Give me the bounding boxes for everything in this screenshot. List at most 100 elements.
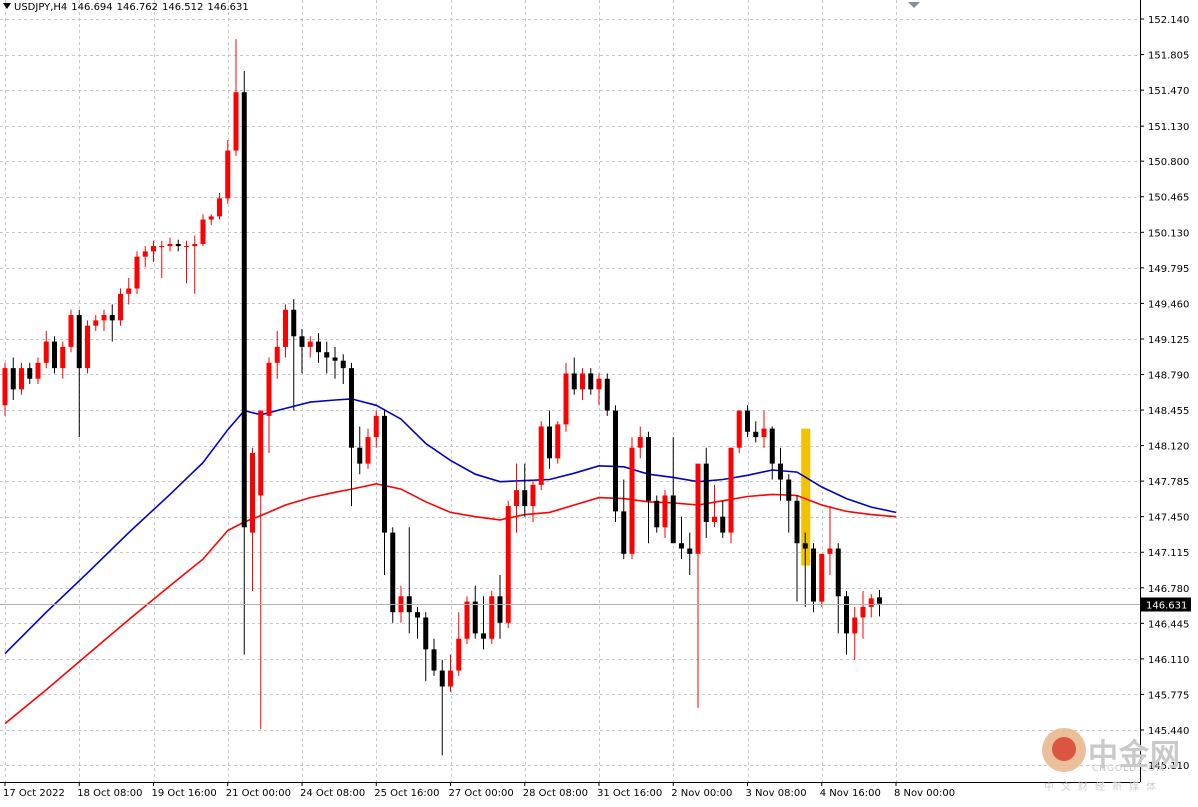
- candle-body: [349, 368, 354, 448]
- candle-body: [621, 511, 627, 554]
- price-chart[interactable]: 152.140 151.805 151.470 151.130 150.800 150.4…: [0, 0, 1198, 803]
- price-tick-label: 147.785: [1148, 477, 1189, 488]
- moving-average-slow-line: [4, 398, 897, 655]
- candle-body: [761, 428, 767, 438]
- candle-body: [43, 341, 49, 363]
- price-tick-label: 147.450: [1148, 513, 1189, 524]
- candle-body: [118, 293, 123, 321]
- watermark-domain: CNGOLD.COM: [1092, 764, 1166, 774]
- open-value: 146.694: [71, 2, 113, 13]
- time-tick-label: 2 Nov 00:00: [671, 788, 732, 799]
- close-value: 146.631: [207, 2, 249, 13]
- price-tick-label: 148.455: [1148, 406, 1189, 417]
- candle-body: [679, 543, 684, 549]
- candle-body: [769, 428, 775, 464]
- candle-body: [208, 216, 214, 220]
- candle-body: [423, 617, 429, 650]
- candle-body: [646, 437, 651, 501]
- candle-body: [505, 506, 511, 623]
- candle-body: [291, 309, 297, 337]
- cngold-logo-icon: [1042, 728, 1086, 772]
- price-tick-label: 149.795: [1148, 264, 1189, 275]
- candle-body: [225, 150, 231, 199]
- candle-body: [299, 336, 305, 347]
- candle-body: [497, 596, 503, 623]
- candle-body: [868, 598, 874, 607]
- time-tick-label: 3 Nov 08:00: [746, 788, 807, 799]
- candle-body: [687, 548, 693, 554]
- candle-body: [481, 633, 486, 639]
- candle-body: [109, 315, 115, 321]
- candle-body: [844, 596, 849, 634]
- candle-body: [19, 368, 24, 390]
- candle-body: [852, 617, 858, 634]
- candle-body: [373, 415, 379, 438]
- candle-body: [151, 246, 156, 252]
- candle-body: [456, 638, 462, 671]
- candle-body: [316, 341, 321, 353]
- candle-body: [217, 198, 222, 217]
- candle-body: [613, 410, 618, 512]
- candle-body: [736, 410, 742, 448]
- candle-body: [258, 410, 264, 496]
- time-tick-label: 25 Oct 16:00: [374, 788, 439, 799]
- price-tick-label: 146.445: [1148, 619, 1189, 630]
- chart-canvas[interactable]: 152.140 151.805 151.470 151.130 150.800 150.4…: [0, 0, 1198, 803]
- time-tick-label: 17 Oct 2022: [3, 788, 65, 799]
- candle-body: [431, 649, 437, 671]
- price-tick-label: 150.465: [1148, 193, 1189, 204]
- candle-body: [200, 219, 206, 244]
- candle-body: [2, 368, 8, 406]
- candle-body: [266, 362, 272, 416]
- candle-body: [184, 246, 189, 248]
- symbol-dropdown-icon[interactable]: [3, 3, 11, 9]
- time-tick-label: 18 Oct 08:00: [77, 788, 142, 799]
- candle-body: [670, 495, 676, 544]
- candle-body: [662, 495, 668, 528]
- candle-body: [93, 320, 99, 326]
- candle-body: [35, 362, 41, 379]
- candle-body: [588, 373, 594, 390]
- watermark: 中金网 CNGOLD.COM 中文财经新媒体: [1040, 728, 1190, 798]
- candle-body: [580, 373, 585, 390]
- candle-body: [720, 516, 726, 533]
- candle-body: [563, 373, 569, 425]
- candle-body: [76, 315, 82, 369]
- candle-body: [283, 309, 288, 347]
- candle-body: [819, 553, 825, 602]
- candle-body: [126, 288, 132, 294]
- candle-body: [52, 341, 57, 369]
- candle-body: [10, 368, 16, 390]
- price-tick-label: 152.140: [1148, 15, 1189, 26]
- symbol-label: USDJPY,H4: [14, 2, 68, 13]
- candle-body: [778, 463, 783, 480]
- time-tick-label: 24 Oct 08:00: [300, 788, 365, 799]
- candle-body: [695, 463, 701, 554]
- price-tick-label: 149.460: [1148, 299, 1189, 310]
- candle-body: [629, 447, 635, 554]
- candle-body: [382, 415, 387, 533]
- chart-header: USDJPY,H4 146.694 146.762 146.512 146.631: [3, 2, 253, 13]
- candle-body: [827, 548, 833, 554]
- candle-body: [192, 243, 198, 247]
- candle-body: [357, 447, 363, 464]
- candle-body: [60, 346, 66, 369]
- candle-body: [390, 532, 396, 613]
- candle-body: [250, 453, 255, 533]
- candle-body: [101, 315, 107, 321]
- candle-body: [307, 341, 313, 347]
- candle-body: [415, 612, 420, 618]
- current-price-label: 146.631: [1146, 601, 1187, 612]
- candle-body: [68, 315, 74, 347]
- candle-body: [464, 601, 470, 639]
- candle-body: [703, 463, 709, 522]
- candle-body: [877, 597, 882, 604]
- candle-body: [439, 670, 445, 687]
- candle-body: [365, 437, 371, 464]
- price-tick-label: 151.130: [1148, 122, 1189, 133]
- candle-body: [175, 243, 181, 247]
- candle-body: [134, 256, 140, 289]
- candle-body: [745, 410, 750, 432]
- candle-body: [637, 437, 643, 448]
- candle-body: [27, 368, 33, 379]
